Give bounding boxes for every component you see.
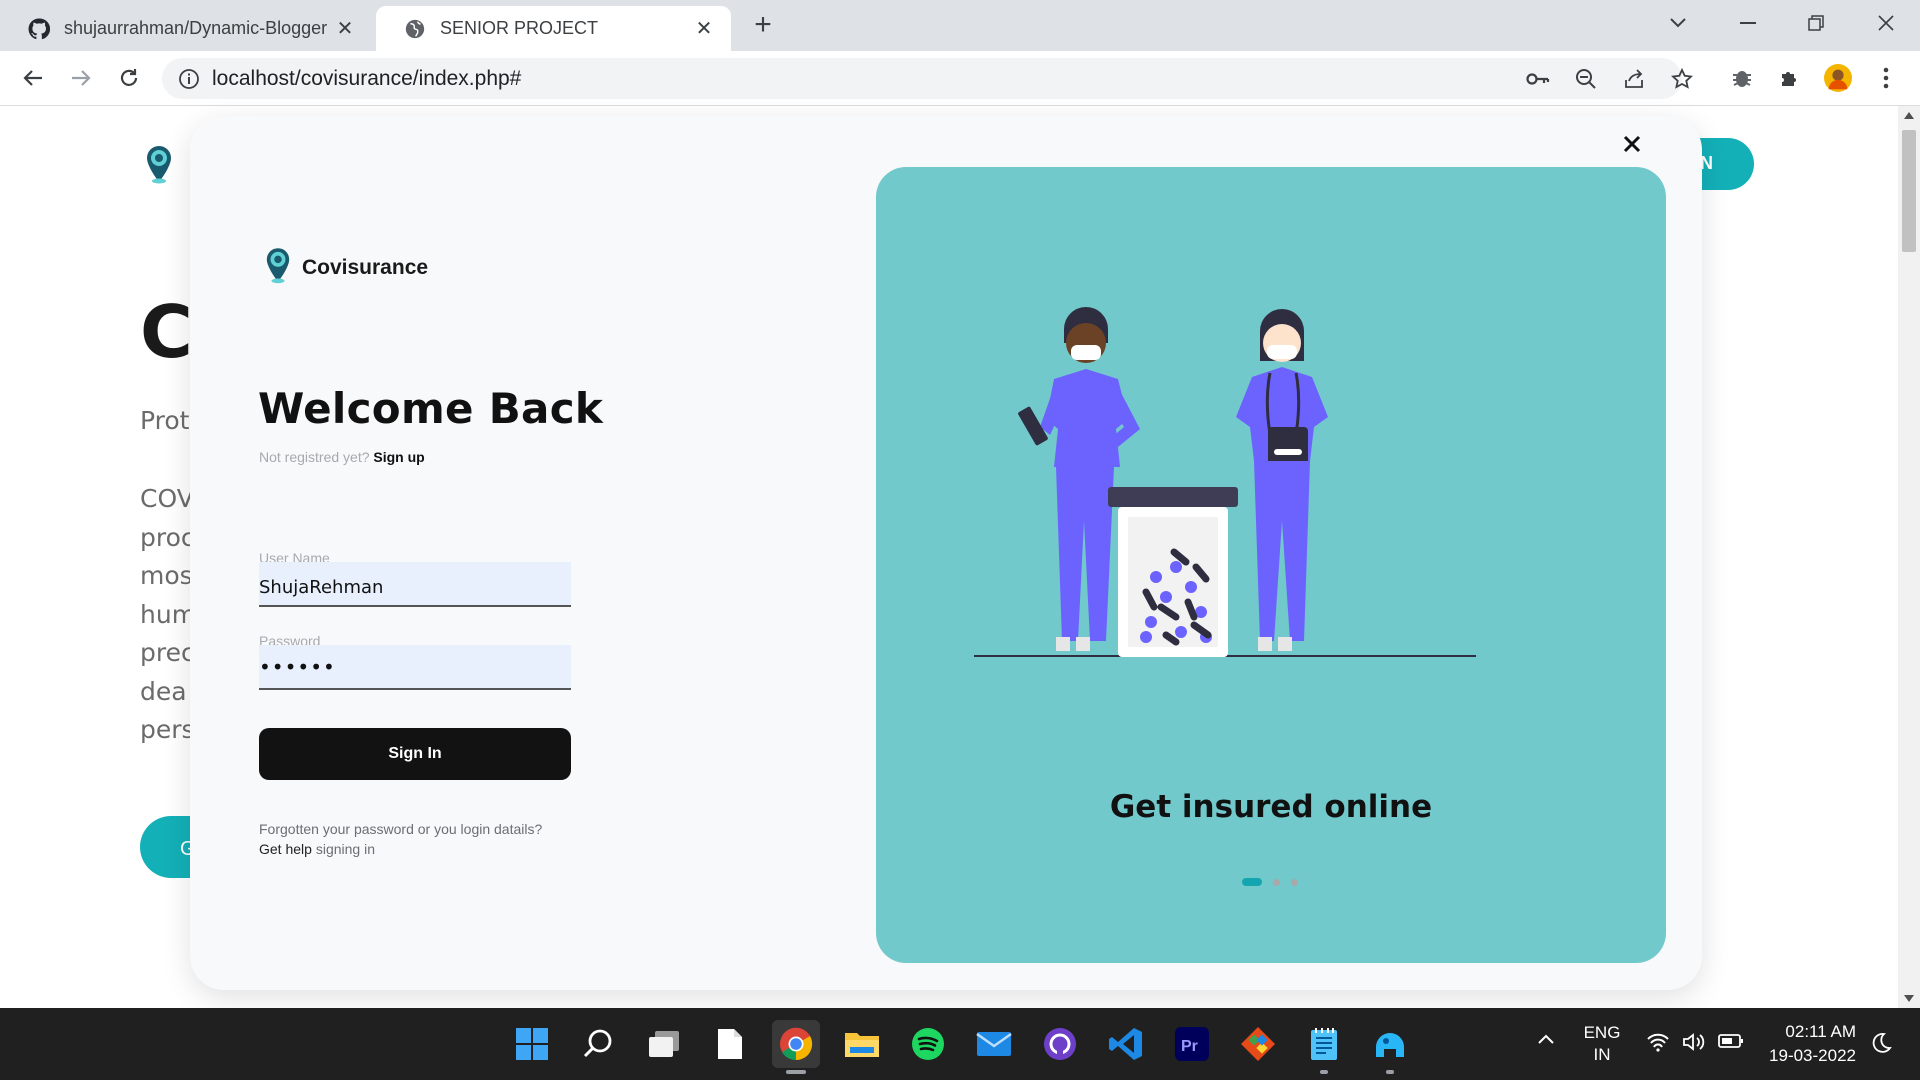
help-text: Forgotten your password or you login dat… [259, 819, 542, 859]
mail-icon[interactable] [970, 1020, 1018, 1068]
show-hidden-icons-icon[interactable] [1536, 1030, 1556, 1050]
search-icon[interactable] [574, 1020, 622, 1068]
signup-prompt-text: Not registred yet? [259, 449, 370, 465]
zoom-out-icon[interactable] [1574, 67, 1598, 91]
battery-icon[interactable] [1718, 1033, 1744, 1054]
hero-heading: C [140, 290, 193, 374]
running-indicator [1320, 1070, 1328, 1074]
back-arrow-icon[interactable] [18, 63, 48, 93]
doctors-illustration [974, 307, 1476, 657]
extensions-puzzle-icon[interactable] [1776, 64, 1804, 92]
brand-name: Covisurance [302, 255, 429, 279]
premiere-pro-icon[interactable]: Pr [1168, 1020, 1216, 1068]
paragraph-line: dea [140, 676, 187, 706]
browser-toolbar: localhost/covisurance/index.php# [0, 51, 1920, 106]
carousel-dot[interactable] [1273, 878, 1280, 886]
wifi-icon[interactable] [1646, 1032, 1670, 1057]
windows-start-icon[interactable] [508, 1020, 556, 1068]
paragraph-line: mos [140, 561, 193, 590]
close-window-icon[interactable] [1866, 8, 1906, 38]
tab-senior-project[interactable]: SENIOR PROJECT ✕ [376, 6, 731, 51]
paragraph-line: hum [140, 599, 197, 629]
paragraph-line: pers [140, 715, 195, 744]
password-field[interactable]: •••••• [259, 645, 571, 690]
scroll-thumb[interactable] [1902, 130, 1916, 252]
bookmark-star-icon[interactable] [1670, 67, 1694, 91]
notepad-file-icon[interactable] [706, 1020, 754, 1068]
username-field[interactable] [259, 562, 571, 607]
tab-search-icon[interactable] [1658, 8, 1698, 38]
forgot-text: Forgotten your password or you login dat… [259, 821, 543, 837]
github-desktop-icon[interactable] [1036, 1020, 1084, 1068]
get-help-link[interactable]: Get help [259, 841, 312, 857]
svg-text:Pr: Pr [1181, 1038, 1198, 1055]
new-tab-button[interactable]: + [748, 10, 778, 40]
blue-app-icon[interactable] [1366, 1020, 1414, 1074]
language-code: ENG [1583, 1023, 1621, 1042]
pill-jar-figure [1108, 487, 1238, 657]
running-indicator [1386, 1070, 1394, 1074]
brand: Covisurance [264, 246, 428, 289]
signup-prompt: Not registred yet? Sign up [259, 449, 425, 465]
tab-title: shujaurrahman/Dynamic-Blogger [64, 18, 328, 38]
page-scrollbar[interactable] [1898, 106, 1920, 1008]
profile-avatar[interactable] [1824, 64, 1852, 92]
vscode-icon[interactable] [1102, 1020, 1150, 1068]
hero-paragraph: COV proc mos hum prec dea pers [140, 480, 196, 750]
tab-github[interactable]: shujaurrahman/Dynamic-Blogger ✕ [0, 6, 372, 51]
spotify-icon[interactable] [904, 1020, 952, 1068]
carousel-dot[interactable] [1291, 878, 1298, 886]
help-suffix: signing in [315, 841, 375, 857]
globe-icon [404, 18, 426, 40]
active-indicator [786, 1070, 806, 1074]
close-tab-icon[interactable]: ✕ [693, 18, 715, 40]
doctor-right-figure [1236, 309, 1328, 651]
clock-time: 02:11 AM [1785, 1022, 1856, 1041]
address-bar[interactable]: localhost/covisurance/index.php# [162, 58, 1693, 99]
key-icon[interactable] [1526, 67, 1550, 91]
clock-date: 19-03-2022 [1769, 1046, 1856, 1065]
share-icon[interactable] [1622, 67, 1646, 91]
notifications-moon-icon[interactable] [1870, 1032, 1892, 1059]
forward-arrow-icon[interactable] [66, 63, 96, 93]
region-code: IN [1593, 1045, 1611, 1064]
illustration-panel: Get insured online [876, 167, 1666, 963]
system-clock[interactable]: 02:11 AM 19-03-2022 [1760, 1020, 1856, 1068]
close-icon[interactable] [1618, 130, 1646, 158]
panel-caption: Get insured online [1109, 789, 1433, 825]
menu-kebab-icon[interactable] [1872, 64, 1900, 92]
carousel-dots [1242, 878, 1298, 886]
close-tab-icon[interactable]: ✕ [334, 18, 356, 40]
task-view-icon[interactable] [640, 1020, 688, 1068]
git-icon[interactable] [1234, 1020, 1282, 1068]
paragraph-line: proc [140, 522, 195, 552]
github-icon [28, 17, 50, 40]
file-explorer-icon[interactable] [838, 1020, 886, 1068]
scroll-up-icon[interactable] [1904, 112, 1914, 119]
signin-button[interactable]: Sign In [259, 728, 571, 780]
extension-bug-icon[interactable] [1728, 64, 1756, 92]
carousel-dot[interactable] [1242, 878, 1262, 886]
windows-taskbar: Pr ENG IN 02:11 AM 19-03-2022 [0, 1008, 1920, 1080]
volume-icon[interactable] [1682, 1032, 1706, 1057]
restore-icon[interactable] [1796, 8, 1836, 38]
url-text: localhost/covisurance/index.php# [212, 67, 522, 90]
reload-icon[interactable] [114, 63, 144, 93]
paragraph-line: COV [140, 484, 194, 513]
tab-title: SENIOR PROJECT [440, 18, 599, 38]
signup-link[interactable]: Sign up [373, 449, 424, 465]
site-logo-icon[interactable] [144, 144, 174, 189]
tab-strip: shujaurrahman/Dynamic-Blogger ✕ SENIOR P… [0, 0, 1920, 51]
language-indicator[interactable]: ENG IN [1578, 1022, 1626, 1066]
chrome-icon[interactable] [772, 1020, 820, 1074]
site-info-icon[interactable] [178, 68, 200, 90]
hero-subheading: Prot [140, 406, 190, 435]
scroll-down-icon[interactable] [1904, 995, 1914, 1002]
notepad-icon[interactable] [1300, 1020, 1348, 1074]
covisurance-logo-icon [264, 246, 292, 289]
page-title: Welcome Back [258, 384, 604, 433]
minimize-icon[interactable] [1728, 8, 1768, 38]
help-line: Get help signing in [259, 839, 542, 859]
paragraph-line: prec [140, 638, 195, 667]
